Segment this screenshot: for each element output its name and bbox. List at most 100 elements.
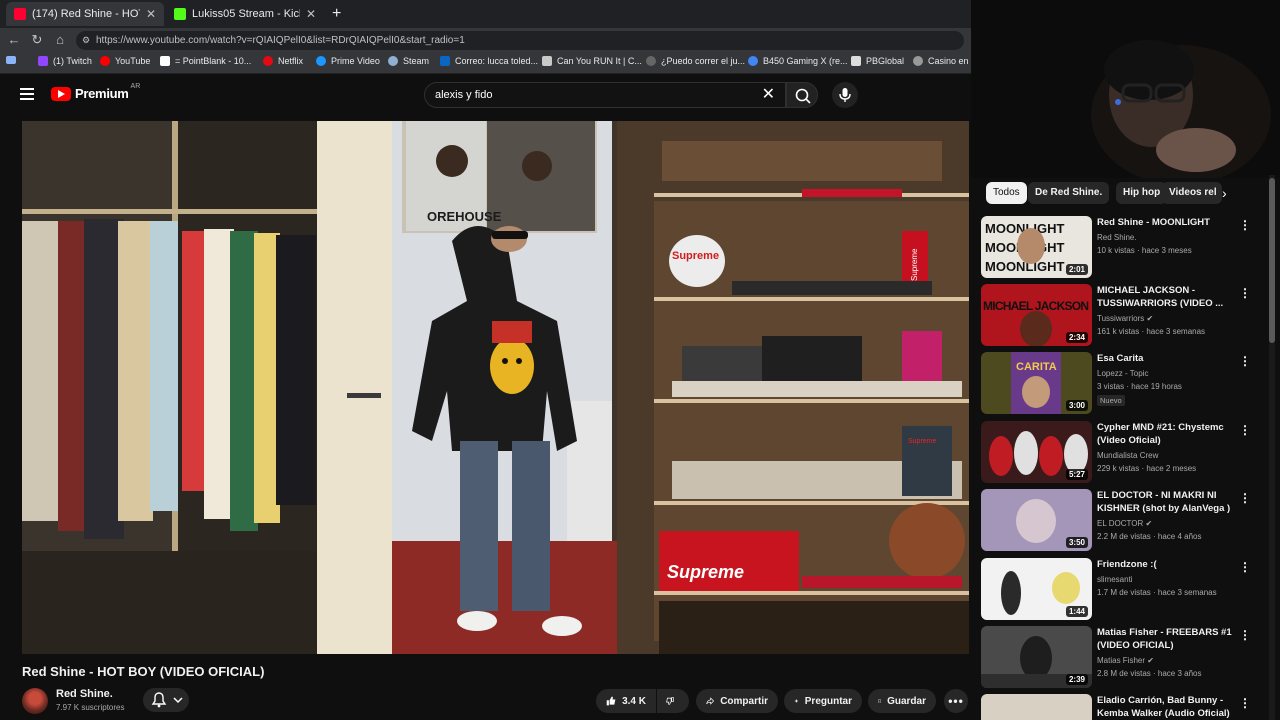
bookmark-can-you-run-it[interactable]: Can You RUN It | C...: [542, 56, 642, 66]
recommendation-item[interactable]: MICHAEL JACKSON 2:34 MICHAEL JACKSON - T…: [981, 284, 1266, 346]
duration-badge: 2:39: [1065, 674, 1088, 685]
more-vertical-icon[interactable]: ⋮: [1239, 560, 1251, 574]
recommendation-channel[interactable]: Red Shine.: [1097, 233, 1137, 242]
bookmark-puedo-correr[interactable]: ¿Puedo correr el ju...: [646, 56, 745, 66]
video-thumbnail[interactable]: MOONLIGHTMOONLIGHTMOONLIGHT 2:01: [981, 216, 1092, 278]
notification-button[interactable]: [143, 688, 189, 712]
recommendation-item[interactable]: 3:50 EL DOCTOR - NI MAKRI NI KISHNER (sh…: [981, 489, 1266, 551]
recommendation-channel[interactable]: slimesanti: [1097, 575, 1133, 584]
new-tab-icon[interactable]: +: [330, 2, 350, 26]
channel-name[interactable]: Red Shine.: [56, 688, 113, 700]
browser-tab-kick[interactable]: Lukiss05 Stream - Kick Dashb ✕: [166, 2, 324, 26]
recommendation-item[interactable]: 5:27 Cypher MND #21: Chystemc (Video Ofi…: [981, 421, 1266, 483]
bookmark-icon: [878, 699, 881, 703]
search-input[interactable]: alexis y fido ✕: [424, 82, 786, 108]
more-vertical-icon[interactable]: ⋮: [1239, 491, 1251, 505]
shelf-brand-text: Supreme: [672, 250, 719, 262]
chip-videos-relacionados[interactable]: Videos rel: [1162, 182, 1222, 204]
browser-tab-youtube[interactable]: (174) Red Shine - HOT BOY (VIDEO ✕: [6, 2, 164, 26]
chip-todos[interactable]: Todos: [986, 182, 1027, 204]
video-thumbnail[interactable]: 2:39: [981, 626, 1092, 688]
recommendation-title[interactable]: Matias Fisher - FREEBARS #1 (VIDEO OFICI…: [1097, 626, 1237, 652]
video-thumbnail[interactable]: 5:27: [981, 421, 1092, 483]
webcam-overlay: [971, 0, 1280, 178]
more-vertical-icon[interactable]: ⋮: [1239, 354, 1251, 368]
youtube-play-icon: [51, 86, 71, 101]
share-button[interactable]: Compartir: [696, 689, 778, 713]
recommendation-channel[interactable]: Mundialista Crew: [1097, 451, 1158, 460]
bookmark-twitch[interactable]: (1) Twitch: [38, 56, 92, 66]
recommendation-item[interactable]: CARITA 3:00 Esa Carita Lopezz - Topic 3 …: [981, 352, 1266, 414]
video-thumbnail[interactable]: 1:44: [981, 558, 1092, 620]
close-tab-icon[interactable]: ✕: [306, 7, 316, 21]
video-player[interactable]: OREHOUSE Supreme Supreme Supreme Supreme: [22, 121, 969, 654]
recommendation-title[interactable]: Eladio Carrión, Bad Bunny - Kemba Walker…: [1097, 694, 1237, 720]
bookmark-pointblank[interactable]: = PointBlank - 10...: [160, 56, 251, 66]
bookmark-b450[interactable]: B450 Gaming X (re...: [748, 56, 848, 66]
apps-icon[interactable]: [6, 56, 21, 64]
svg-text:Supreme: Supreme: [910, 248, 919, 281]
chip-hip-hop[interactable]: Hip hop: [1116, 182, 1168, 204]
recommendation-channel[interactable]: Lopezz - Topic: [1097, 369, 1148, 378]
page-icon: [542, 56, 552, 66]
bookmark-pbglobal[interactable]: PBGlobal: [851, 56, 904, 66]
video-thumbnail[interactable]: [981, 694, 1092, 720]
recommendation-channel[interactable]: EL DOCTOR ✔: [1097, 519, 1152, 528]
youtube-premium-logo[interactable]: Premium AR: [51, 83, 140, 101]
close-tab-icon[interactable]: ✕: [146, 7, 156, 21]
recommendation-item[interactable]: MOONLIGHTMOONLIGHTMOONLIGHT 2:01 Red Shi…: [981, 216, 1266, 278]
recommendation-channel[interactable]: Tussiwarriors ✔: [1097, 314, 1153, 323]
duration-badge: 2:34: [1065, 332, 1088, 343]
duration-badge: 2:01: [1065, 264, 1088, 275]
more-vertical-icon[interactable]: ⋮: [1239, 696, 1251, 710]
recommendation-title[interactable]: Esa Carita: [1097, 352, 1237, 365]
recommendation-title[interactable]: EL DOCTOR - NI MAKRI NI KISHNER (shot by…: [1097, 489, 1237, 515]
home-icon[interactable]: ⌂: [52, 32, 68, 48]
recommendation-title[interactable]: Cypher MND #21: Chystemc (Video Oficial): [1097, 421, 1237, 447]
channel-avatar[interactable]: [22, 688, 48, 714]
bookmark-youtube[interactable]: YouTube: [100, 56, 150, 66]
dislike-button[interactable]: [657, 689, 689, 713]
site-info-icon[interactable]: ⚙: [82, 31, 90, 50]
recommendation-item[interactable]: Eladio Carrión, Bad Bunny - Kemba Walker…: [981, 694, 1266, 720]
browser-toolbar: ← ↻ ⌂ ⚙ https://www.youtube.com/watch?v=…: [0, 28, 971, 53]
more-vertical-icon[interactable]: ⋮: [1239, 286, 1251, 300]
bookmark-casino[interactable]: Casino en Vi: [913, 56, 979, 66]
recommendation-channel[interactable]: Matias Fisher ✔: [1097, 656, 1154, 665]
more-vertical-icon[interactable]: ⋮: [1239, 218, 1251, 232]
more-actions-button[interactable]: •••: [944, 689, 968, 713]
recommendation-title[interactable]: Friendzone :(: [1097, 558, 1237, 571]
recommendation-title[interactable]: Red Shine - MOONLIGHT: [1097, 216, 1237, 229]
back-icon[interactable]: ←: [6, 32, 22, 48]
bookmark-steam[interactable]: Steam: [388, 56, 429, 66]
sidebar-scrollbar-thumb[interactable]: [1269, 178, 1275, 343]
url-bar[interactable]: ⚙ https://www.youtube.com/watch?v=rQIAIQ…: [76, 31, 964, 50]
reload-icon[interactable]: ↻: [29, 32, 45, 48]
duration-badge: 5:27: [1065, 469, 1088, 480]
search-button[interactable]: [786, 82, 818, 108]
chevron-right-icon[interactable]: ›: [1222, 185, 1227, 201]
ask-button[interactable]: Preguntar: [784, 689, 862, 713]
chip-de-red-shine[interactable]: De Red Shine.: [1028, 182, 1110, 204]
video-thumbnail[interactable]: MICHAEL JACKSON 2:34: [981, 284, 1092, 346]
menu-icon[interactable]: [20, 88, 34, 100]
bookmark-correo[interactable]: Correo: lucca toled...: [440, 56, 538, 66]
video-thumbnail[interactable]: 3:50: [981, 489, 1092, 551]
recommendation-title[interactable]: MICHAEL JACKSON - TUSSIWARRIORS (VIDEO .…: [1097, 284, 1237, 310]
recommendation-item[interactable]: 1:44 Friendzone :( slimesanti 1.7 M de v…: [981, 558, 1266, 620]
voice-search-button[interactable]: [832, 82, 858, 108]
svg-text:Supreme: Supreme: [908, 438, 937, 445]
clear-search-icon[interactable]: ✕: [762, 83, 775, 107]
recommendation-item[interactable]: 2:39 Matias Fisher - FREEBARS #1 (VIDEO …: [981, 626, 1266, 688]
more-vertical-icon[interactable]: ⋮: [1239, 423, 1251, 437]
more-vertical-icon[interactable]: ⋮: [1239, 628, 1251, 642]
save-button[interactable]: Guardar: [868, 689, 936, 713]
bookmark-netflix[interactable]: Netflix: [263, 56, 303, 66]
duration-badge: 3:50: [1065, 537, 1088, 548]
bookmark-prime-video[interactable]: Prime Video: [316, 56, 380, 66]
like-button[interactable]: 3.4 K: [596, 689, 656, 713]
clothes-rack: [22, 219, 316, 539]
recommendation-meta: 2.2 M de vistas · hace 4 años: [1097, 532, 1202, 541]
google-icon: [748, 56, 758, 66]
video-thumbnail[interactable]: CARITA 3:00: [981, 352, 1092, 414]
